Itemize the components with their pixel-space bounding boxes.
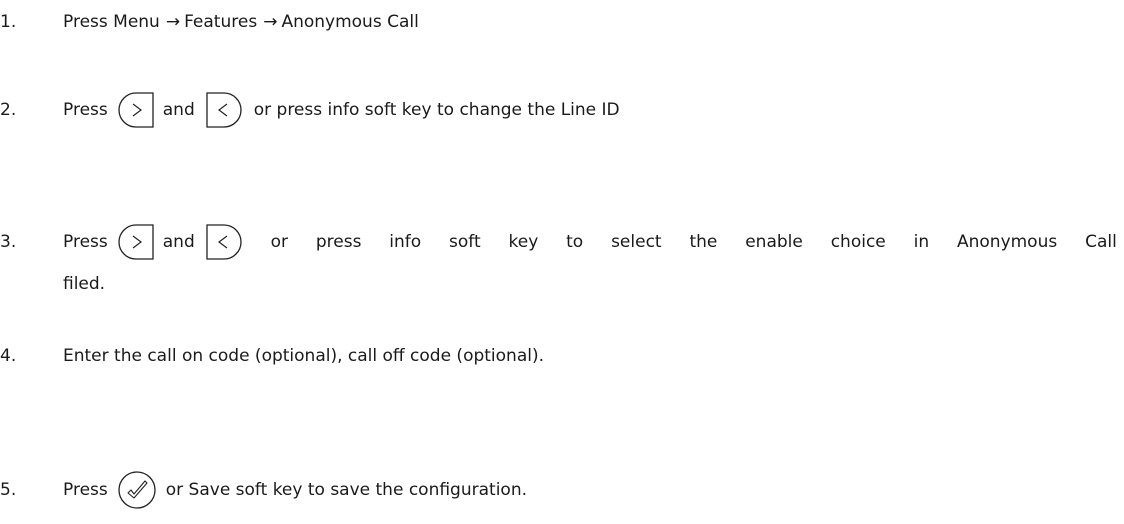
ok-confirm-key-icon [117, 470, 157, 510]
step-lead: Press and [63, 222, 243, 262]
step-content: Press or Save soft key to save the confi… [63, 470, 1124, 510]
step-content: Press and or press info soft key to chan… [63, 90, 1124, 130]
step-2: 2. Press and or press info soft key to c… [0, 90, 1124, 130]
word: Call [1085, 232, 1117, 252]
justified-line: Press and or press info soft key to sele… [63, 222, 1117, 262]
arrow-icon: → [165, 12, 181, 32]
word: info [389, 232, 422, 252]
step-text: or Save soft key to save the configurati… [165, 480, 527, 500]
menu-path-features: Features [184, 12, 258, 32]
word: to [566, 232, 584, 252]
word: soft [449, 232, 481, 252]
press-label: Press [63, 100, 108, 120]
step-number: 1. [0, 12, 17, 32]
menu-path-anonymous-call: Anonymous Call [281, 12, 419, 32]
step-1: 1. Press Menu → Features → Anonymous Cal… [0, 2, 1124, 42]
word: key [508, 232, 539, 252]
word: select [611, 232, 662, 252]
arrow-icon: → [263, 12, 278, 32]
left-navigation-key-icon [205, 91, 243, 129]
step-3: 3. Press and or press info soft key to s… [0, 222, 1124, 262]
step-continuation: filed. [63, 274, 106, 294]
press-label: Press [63, 480, 108, 500]
left-navigation-key-icon [205, 223, 243, 261]
step-number: 2. [0, 100, 17, 120]
word: in [913, 232, 930, 252]
step-content: Enter the call on code (optional), call … [63, 336, 1124, 376]
step-number: 4. [0, 346, 17, 366]
step-number: 5. [0, 480, 17, 500]
press-label: Press [63, 232, 108, 252]
word: or [270, 232, 288, 252]
step-text: Press Menu [63, 12, 160, 32]
step-5: 5. Press or Save soft key to save the co… [0, 470, 1124, 510]
and-label: and [162, 232, 195, 252]
word: choice [830, 232, 886, 252]
step-text: or press info soft key to change the Lin… [253, 100, 620, 120]
word: the [689, 232, 718, 252]
step-number: 3. [0, 232, 17, 252]
step-4: 4. Enter the call on code (optional), ca… [0, 336, 1124, 376]
word: Anonymous [956, 232, 1058, 252]
right-navigation-key-icon [117, 223, 155, 261]
right-navigation-key-icon [117, 91, 155, 129]
step-content: Press and or press info soft key to sele… [63, 222, 1124, 262]
word: press [315, 232, 362, 252]
step-text: Enter the call on code (optional), call … [63, 346, 544, 366]
step-content: Press Menu → Features → Anonymous Call [63, 2, 1124, 42]
and-label: and [162, 100, 195, 120]
word: enable [745, 232, 803, 252]
